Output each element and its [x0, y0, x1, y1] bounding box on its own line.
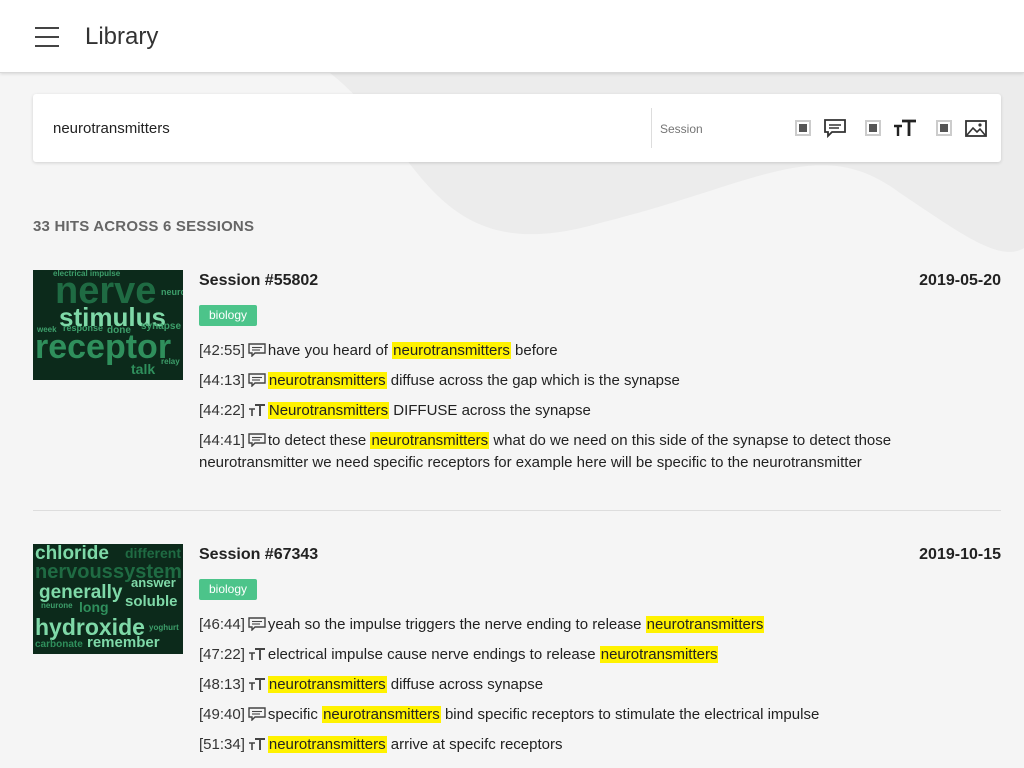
hit-text-after: DIFFUSE across the synapse: [389, 402, 591, 419]
hit-match: neurotransmitters: [392, 342, 511, 359]
hit-row[interactable]: [44:41] to detect these neurotransmitters…: [199, 430, 989, 474]
hit-match: neurotransmitters: [267, 676, 387, 693]
speech-bubble-icon: [248, 343, 266, 357]
hit-row[interactable]: [44:13] neurotransmitters diffuse across …: [199, 370, 989, 392]
hit-text-after: diffuse across the gap which is the syna…: [386, 372, 680, 389]
wordcloud-word: talk: [131, 361, 156, 377]
wordcloud-word: synapse: [141, 321, 182, 332]
speech-bubble-icon: [248, 617, 266, 631]
session-thumbnail[interactable]: nerve stimulus receptor talk electrical …: [33, 270, 183, 380]
hit-timestamp: [51:34]: [199, 736, 245, 753]
text-size-icon: [248, 678, 265, 690]
hit-timestamp: [49:40]: [199, 706, 245, 723]
page-title: Library: [85, 23, 159, 50]
wordcloud-word: nervous: [35, 561, 113, 583]
hit-match: Neurotransmitters: [267, 402, 390, 419]
search-divider: [651, 108, 652, 148]
hit-row[interactable]: [42:55] have you heard of neurotransmitte…: [199, 340, 989, 362]
hit-match: neurotransmitters: [267, 736, 387, 753]
subject-tag[interactable]: biology: [199, 579, 258, 600]
hit-match: neurotransmitters: [370, 432, 490, 449]
wordcloud-word: remember: [87, 634, 160, 651]
hit-text-after: bind specific receptors to stimulate the…: [440, 706, 820, 723]
hit-timestamp: [46:44]: [199, 616, 245, 633]
hit-text-after: arrive at specifc receptors: [386, 736, 563, 753]
hit-text-before: electrical impulse cause nerve endings t…: [267, 646, 600, 663]
hit-row[interactable]: [48:13] neurotransmitters diffuse across …: [199, 674, 989, 696]
wordcloud-word: answer: [131, 575, 176, 590]
text-filter-checkbox[interactable]: [865, 120, 881, 136]
session-name[interactable]: Session #67343: [199, 546, 318, 564]
app-bar: Library: [0, 0, 1024, 73]
hit-text-before: to detect these: [267, 432, 371, 449]
session-card: nerve stimulus receptor talk electrical …: [33, 270, 1001, 480]
hit-timestamp: [48:13]: [199, 676, 245, 693]
text-size-icon: [248, 648, 265, 660]
hit-match: neurotransmitters: [267, 372, 387, 389]
hit-match: neurotransmitters: [599, 646, 719, 663]
hit-row[interactable]: [51:34] neurotransmitters arrive at speci…: [199, 734, 989, 756]
hit-row[interactable]: [46:44] yeah so the impulse triggers the …: [199, 614, 989, 636]
hit-text-before: yeah so the impulse triggers the nerve e…: [267, 616, 646, 633]
search-input[interactable]: [53, 120, 633, 137]
session-date: 2019-05-20: [919, 272, 1001, 289]
hamburger-menu-icon[interactable]: [35, 27, 59, 47]
hit-text-before: have you heard of: [267, 342, 393, 359]
hit-match: neurotransmitters: [645, 616, 765, 633]
wordcloud-word: week: [37, 325, 57, 334]
hit-row[interactable]: [49:40] specific neurotransmitters bind s…: [199, 704, 989, 726]
hit-match: neurotransmitters: [322, 706, 441, 723]
text-size-icon: [248, 738, 265, 750]
session-date: 2019-10-15: [919, 546, 1001, 563]
wordcloud-word: done: [107, 325, 131, 336]
hit-text-before: specific: [267, 706, 323, 723]
wordcloud-word: carbonate: [35, 639, 83, 650]
hit-text-after: diffuse across synapse: [386, 676, 544, 693]
subject-tag[interactable]: biology: [199, 305, 258, 326]
speech-bubble-icon: [248, 373, 266, 387]
hit-timestamp: [44:41]: [199, 432, 245, 449]
wordcloud-word: long: [79, 599, 109, 615]
session-divider: [33, 510, 1001, 511]
wordcloud-word: different: [125, 545, 181, 561]
hit-timestamp: [44:13]: [199, 372, 245, 389]
hit-row[interactable]: [44:22] Neurotransmitters DIFFUSE across …: [199, 400, 989, 422]
wordcloud-word: yoghurt: [149, 623, 179, 632]
wordcloud-word: neurone: [41, 601, 73, 610]
session-name[interactable]: Session #55802: [199, 272, 318, 290]
wordcloud-word: receptor: [35, 328, 172, 366]
wordcloud-word: electrical impulse: [53, 270, 121, 278]
search-bar: [33, 94, 1001, 162]
hit-timestamp: [47:22]: [199, 646, 245, 663]
session-card: chloride nervous system generally answer…: [33, 544, 1001, 768]
session-thumbnail[interactable]: chloride nervous system generally answer…: [33, 544, 183, 654]
speech-bubble-icon: [248, 433, 266, 447]
speech-filter-checkbox[interactable]: [795, 120, 811, 136]
image-filter-checkbox[interactable]: [936, 120, 952, 136]
speech-bubble-icon[interactable]: [823, 117, 847, 139]
hit-timestamp: [44:22]: [199, 402, 245, 419]
wordcloud-word: relay: [161, 357, 180, 366]
speech-bubble-icon: [248, 707, 266, 721]
text-size-icon[interactable]: [893, 117, 917, 139]
hit-text-after: before: [510, 342, 558, 359]
wordcloud-word: soluble: [125, 593, 178, 610]
wordcloud-word: response: [63, 323, 104, 333]
hit-row[interactable]: [47:22] electrical impulse cause nerve en…: [199, 644, 989, 666]
wordcloud-word: neuron: [161, 287, 183, 297]
text-size-icon: [248, 404, 265, 416]
hit-timestamp: [42:55]: [199, 342, 245, 359]
hits-summary: 33 HITS ACROSS 6 SESSIONS: [33, 218, 255, 235]
session-filter-input[interactable]: [660, 122, 770, 136]
image-icon[interactable]: [964, 117, 988, 139]
